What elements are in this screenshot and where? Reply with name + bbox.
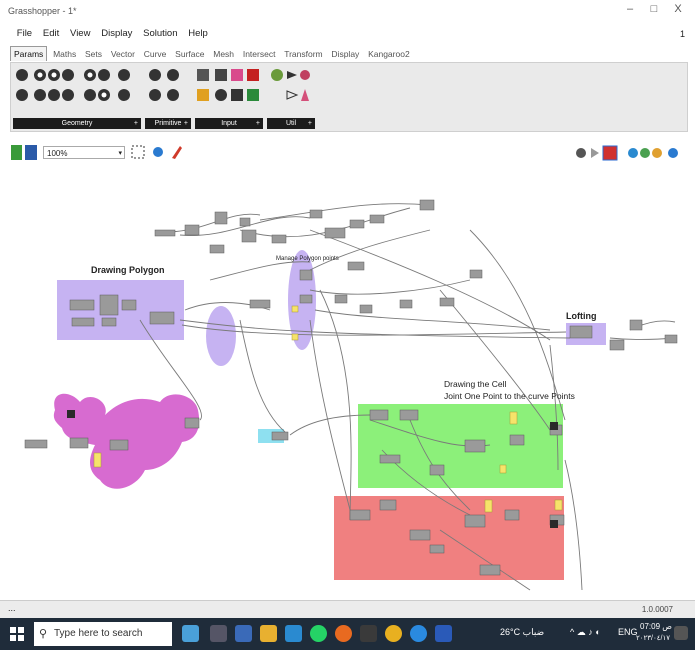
tray-icons[interactable]: ^ ☁ ♪ ◐ bbox=[570, 627, 601, 638]
clock-date[interactable]: ٢٠٢٣/٠٤/١٧ bbox=[636, 634, 670, 642]
preview-tools[interactable] bbox=[575, 143, 685, 163]
expand-geometry-button[interactable]: + bbox=[134, 118, 138, 129]
expand-primitive-button[interactable]: + bbox=[184, 118, 188, 129]
tab-vector[interactable]: Vector bbox=[108, 47, 138, 61]
status-bar: ... 1.0.0007 bbox=[0, 600, 695, 619]
tab-mesh[interactable]: Mesh bbox=[210, 47, 237, 61]
title-bar: Grasshopper - 1* – □ X bbox=[0, 0, 695, 24]
tab-transform[interactable]: Transform bbox=[281, 47, 325, 61]
menu-view[interactable]: View bbox=[66, 24, 94, 39]
firefox-icon[interactable] bbox=[335, 625, 352, 642]
ribbon-group-geometry: Geometry + bbox=[13, 65, 141, 129]
expand-input-button[interactable]: + bbox=[256, 118, 260, 129]
ribbon-label-util: Util bbox=[285, 120, 297, 127]
tab-display[interactable]: Display bbox=[328, 47, 362, 61]
word-icon[interactable] bbox=[435, 625, 452, 642]
group-label-joint-points: Joint One Point to the curve Points bbox=[444, 391, 575, 401]
component-tabs: Params Maths Sets Vector Curve Surface M… bbox=[10, 46, 413, 62]
taskbar: ⚲ Type here to search 26°C ضباب ^ ☁ ♪ ◐ … bbox=[0, 618, 695, 650]
ribbon-label-input: Input bbox=[221, 120, 237, 127]
chrome-icon[interactable] bbox=[385, 625, 402, 642]
version-label: 1.0.0007 bbox=[641, 605, 673, 614]
window-title: Grasshopper - 1* bbox=[8, 6, 77, 16]
menu-bar: File Edit View Display Solution Help 1 bbox=[0, 24, 695, 44]
group-drawing-cell bbox=[358, 404, 563, 488]
search-placeholder: Type here to search bbox=[54, 628, 143, 639]
chevron-down-icon: ▾ bbox=[118, 150, 122, 157]
tab-intersect[interactable]: Intersect bbox=[240, 47, 279, 61]
ribbon-group-util: Util + bbox=[267, 65, 315, 129]
group-label-drawing-polygon: Drawing Polygon bbox=[91, 265, 165, 275]
status-left: ... bbox=[8, 603, 16, 613]
whatsapp-icon[interactable] bbox=[310, 625, 327, 642]
language-indicator[interactable]: ENG bbox=[618, 627, 638, 637]
util-icons[interactable] bbox=[267, 65, 315, 115]
tab-surface[interactable]: Surface bbox=[172, 47, 207, 61]
zoom-value: 100% bbox=[47, 149, 68, 158]
grasshopper-canvas[interactable]: Drawing Polygon Manage Polygon points Lo… bbox=[10, 170, 686, 600]
geometry-icons[interactable] bbox=[13, 65, 141, 115]
menu-edit[interactable]: Edit bbox=[39, 24, 63, 39]
ribbon-label-primitive: Primitive bbox=[154, 120, 182, 127]
tab-sets[interactable]: Sets bbox=[82, 47, 105, 61]
tab-maths[interactable]: Maths bbox=[50, 47, 79, 61]
notification-icon[interactable] bbox=[674, 626, 688, 640]
app-icon-2[interactable] bbox=[360, 625, 377, 642]
zoom-select[interactable]: 100% ▾ bbox=[43, 146, 125, 159]
ribbon-group-primitive: Primitive + bbox=[145, 65, 191, 129]
expand-util-button[interactable]: + bbox=[308, 118, 312, 129]
component-ribbon: Geometry + Primitive + Input + Util + bbox=[10, 62, 688, 132]
group-label-lofting: Lofting bbox=[566, 311, 597, 321]
app-icon-1[interactable] bbox=[235, 625, 252, 642]
task-view-icon[interactable] bbox=[210, 625, 227, 642]
edge-icon[interactable] bbox=[410, 625, 427, 642]
menu-solution[interactable]: Solution bbox=[139, 24, 181, 39]
menu-display[interactable]: Display bbox=[97, 24, 136, 39]
primitive-icons[interactable] bbox=[145, 65, 191, 115]
minimize-button[interactable]: – bbox=[618, 3, 642, 15]
tab-curve[interactable]: Curve bbox=[141, 47, 170, 61]
search-icon: ⚲ bbox=[39, 628, 48, 640]
canvas-toolbar: 100% ▾ bbox=[10, 140, 686, 166]
group-red bbox=[334, 496, 564, 580]
windows-start-icon[interactable] bbox=[10, 627, 24, 641]
menu-file[interactable]: File bbox=[13, 24, 36, 39]
canvas-graphics bbox=[24, 199, 678, 591]
group-ellipse bbox=[206, 306, 236, 366]
widgets-icon[interactable] bbox=[182, 625, 199, 642]
file-icons[interactable] bbox=[10, 144, 40, 162]
input-icons[interactable] bbox=[195, 65, 263, 115]
group-label-drawing-cell: Drawing the Cell bbox=[444, 379, 507, 389]
weather-text[interactable]: 26°C ضباب bbox=[500, 627, 544, 638]
ribbon-label-geometry: Geometry bbox=[61, 120, 93, 127]
ribbon-group-input: Input + bbox=[195, 65, 263, 129]
menu-help[interactable]: Help bbox=[184, 24, 212, 39]
taskbar-search[interactable]: ⚲ Type here to search bbox=[34, 622, 172, 646]
mail-icon[interactable] bbox=[285, 625, 302, 642]
maximize-button[interactable]: □ bbox=[642, 3, 666, 15]
clock-time[interactable]: 07:09 ص bbox=[640, 622, 672, 631]
close-button[interactable]: X bbox=[666, 3, 690, 15]
file-explorer-icon[interactable] bbox=[260, 625, 277, 642]
tab-kangaroo2[interactable]: Kangaroo2 bbox=[365, 47, 413, 61]
group-label-manage-points: Manage Polygon points bbox=[276, 256, 339, 262]
tab-params[interactable]: Params bbox=[10, 46, 48, 61]
view-tools[interactable] bbox=[130, 143, 190, 163]
menu-right-text: 1 bbox=[679, 29, 685, 39]
